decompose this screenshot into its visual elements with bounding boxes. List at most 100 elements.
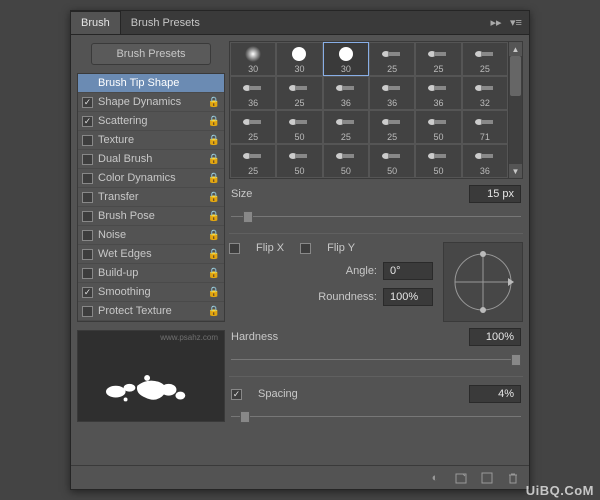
- angle-value[interactable]: 0°: [383, 262, 433, 280]
- size-value[interactable]: 15 px: [469, 185, 521, 203]
- size-slider[interactable]: [231, 209, 521, 225]
- option-label: Shape Dynamics: [98, 96, 181, 108]
- checkbox-icon[interactable]: [82, 135, 93, 146]
- lock-icon[interactable]: 🔒: [208, 268, 220, 279]
- lock-icon[interactable]: 🔒: [208, 135, 220, 146]
- option-build-up[interactable]: Build-up🔒: [78, 264, 224, 283]
- brush-thumbnail[interactable]: 36: [369, 76, 415, 110]
- expand-icon[interactable]: ▸▸: [489, 16, 503, 30]
- option-wet-edges[interactable]: Wet Edges🔒: [78, 245, 224, 264]
- panel-tabs: Brush Brush Presets ▸▸ ▾≡: [71, 11, 529, 35]
- brush-thumbnail[interactable]: 50: [276, 144, 322, 178]
- brush-thumbnail[interactable]: 25: [462, 42, 508, 76]
- brush-thumbnail[interactable]: 30: [323, 42, 369, 76]
- lock-icon[interactable]: 🔒: [208, 306, 220, 317]
- option-scattering[interactable]: Scattering 🔒: [78, 112, 224, 131]
- brush-thumbnail[interactable]: 50: [276, 110, 322, 144]
- lock-icon[interactable]: 🔒: [208, 211, 220, 222]
- lock-icon[interactable]: 🔒: [208, 230, 220, 241]
- panel-footer: ◐: [71, 465, 529, 489]
- new-icon[interactable]: [479, 470, 495, 486]
- scroll-up-button[interactable]: ▲: [509, 42, 522, 56]
- roundness-value[interactable]: 100%: [383, 288, 433, 306]
- brush-shape-icon: [425, 147, 451, 165]
- checkbox-icon[interactable]: [82, 249, 93, 260]
- checkbox-icon[interactable]: [82, 173, 93, 184]
- brush-thumbnail[interactable]: 32: [462, 76, 508, 110]
- lock-icon[interactable]: 🔒: [208, 97, 220, 108]
- lock-icon[interactable]: 🔒: [208, 287, 220, 298]
- lock-icon[interactable]: 🔒: [208, 249, 220, 260]
- checkbox-icon[interactable]: [82, 211, 93, 222]
- spacing-value[interactable]: 4%: [469, 385, 521, 403]
- toggle-icon[interactable]: ◐: [427, 470, 443, 486]
- tab-brush[interactable]: Brush: [71, 11, 121, 34]
- brush-shape-icon: [472, 113, 498, 131]
- lock-icon[interactable]: 🔒: [208, 154, 220, 165]
- spacing-slider[interactable]: [231, 409, 521, 425]
- brush-thumbnail[interactable]: 30: [276, 42, 322, 76]
- option-texture[interactable]: Texture🔒: [78, 131, 224, 150]
- tab-brush-presets[interactable]: Brush Presets: [121, 12, 210, 34]
- checkbox-icon[interactable]: [82, 306, 93, 317]
- brush-thumbnail[interactable]: 50: [323, 144, 369, 178]
- lock-icon[interactable]: 🔒: [208, 192, 220, 203]
- brush-thumbnail[interactable]: 36: [323, 76, 369, 110]
- brush-thumbnail[interactable]: 36: [415, 76, 461, 110]
- option-shape-dynamics[interactable]: Shape Dynamics 🔒: [78, 93, 224, 112]
- brush-shape-icon: [425, 45, 451, 63]
- trash-icon[interactable]: [505, 470, 521, 486]
- checkbox-icon[interactable]: [82, 287, 93, 298]
- brush-thumbnail[interactable]: 71: [462, 110, 508, 144]
- hardness-slider[interactable]: [231, 352, 521, 368]
- option-label: Dual Brush: [98, 153, 152, 165]
- option-smoothing[interactable]: Smoothing🔒: [78, 283, 224, 302]
- spacing-checkbox[interactable]: Spacing: [231, 388, 298, 400]
- brush-thumbnail[interactable]: 36: [462, 144, 508, 178]
- brush-thumbnail[interactable]: 50: [369, 144, 415, 178]
- brush-presets-button[interactable]: Brush Presets: [91, 43, 211, 65]
- brush-thumbnail[interactable]: 50: [415, 110, 461, 144]
- option-brush-pose[interactable]: Brush Pose🔒: [78, 207, 224, 226]
- option-noise[interactable]: Noise🔒: [78, 226, 224, 245]
- brush-thumbnail[interactable]: 25: [276, 76, 322, 110]
- brush-thumbnail[interactable]: 50: [415, 144, 461, 178]
- scrollbar-thumb[interactable]: [510, 56, 521, 96]
- brush-thumbnail[interactable]: 25: [323, 110, 369, 144]
- menu-icon[interactable]: ▾≡: [509, 16, 523, 30]
- brush-thumbnail[interactable]: 25: [369, 42, 415, 76]
- option-brush-tip-shape[interactable]: Brush Tip Shape: [78, 74, 224, 93]
- brush-shape-icon: [472, 147, 498, 165]
- flip-x-checkbox[interactable]: Flip X: [229, 242, 284, 254]
- grid-scrollbar[interactable]: ▲ ▼: [508, 42, 522, 178]
- brush-thumbnail[interactable]: 30: [230, 42, 276, 76]
- brush-size-label: 30: [248, 64, 258, 74]
- checkbox-icon[interactable]: [82, 268, 93, 279]
- option-dual-brush[interactable]: Dual Brush 🔒: [78, 150, 224, 169]
- option-label: Scattering: [98, 115, 148, 127]
- angle-dial[interactable]: [443, 242, 523, 322]
- checkbox-icon[interactable]: [82, 116, 93, 127]
- brush-thumbnail[interactable]: 25: [369, 110, 415, 144]
- option-color-dynamics[interactable]: Color Dynamics🔒: [78, 169, 224, 188]
- lock-icon[interactable]: 🔒: [208, 116, 220, 127]
- hardness-value[interactable]: 100%: [469, 328, 521, 346]
- checkbox-icon[interactable]: [82, 230, 93, 241]
- brush-size-label: 25: [341, 132, 351, 142]
- checkbox-icon[interactable]: [82, 154, 93, 165]
- checkbox-icon[interactable]: [82, 192, 93, 203]
- brush-options-list: Brush Tip ShapeShape Dynamics🔒Scattering…: [77, 73, 225, 322]
- checkbox-icon[interactable]: [82, 97, 93, 108]
- brush-thumbnail[interactable]: 36: [230, 76, 276, 110]
- scroll-down-button[interactable]: ▼: [509, 164, 522, 178]
- option-transfer[interactable]: Transfer🔒: [78, 188, 224, 207]
- brush-thumbnail[interactable]: 25: [230, 144, 276, 178]
- flip-y-checkbox[interactable]: Flip Y: [300, 242, 355, 254]
- brush-thumbnail[interactable]: 25: [230, 110, 276, 144]
- brush-thumbnail-grid: 3030302525253625363636322550252550712550…: [230, 42, 508, 178]
- option-protect-texture[interactable]: Protect Texture🔒: [78, 302, 224, 321]
- brush-thumbnail[interactable]: 25: [415, 42, 461, 76]
- lock-icon[interactable]: 🔒: [208, 173, 220, 184]
- new-preset-icon[interactable]: [453, 470, 469, 486]
- brush-size-label: 25: [433, 64, 443, 74]
